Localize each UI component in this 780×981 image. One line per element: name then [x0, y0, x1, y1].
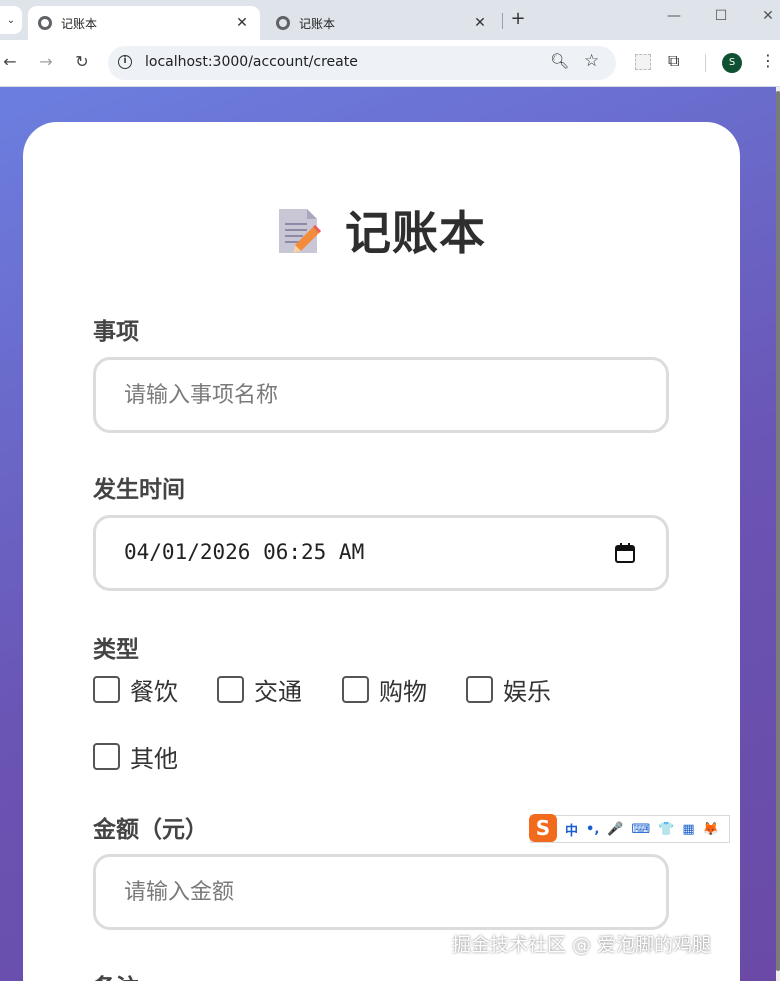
forward-icon[interactable]: →	[36, 52, 56, 71]
star-icon[interactable]: ☆	[584, 51, 599, 71]
type-label: 类型	[93, 637, 139, 663]
extension-icon[interactable]	[635, 54, 651, 70]
checkbox[interactable]	[217, 675, 244, 703]
tab-close-icon[interactable]: ✕	[234, 15, 250, 31]
calendar-icon[interactable]	[614, 542, 636, 564]
back-icon[interactable]: ←	[0, 52, 20, 71]
checkbox-label[interactable]: 其他	[130, 739, 178, 774]
item-input[interactable]	[93, 357, 669, 433]
checkbox-label[interactable]: 购物	[379, 672, 427, 707]
maximize-icon[interactable]: ☐	[711, 8, 731, 24]
tab-strip: ⌄ 记账本 ✕ 记账本 ✕ + — ☐ ✕	[0, 0, 780, 40]
reload-icon[interactable]: ↻	[72, 52, 92, 71]
checkbox[interactable]	[342, 675, 369, 703]
checkbox-label[interactable]: 娱乐	[503, 672, 551, 707]
ime-keyboard-icon[interactable]: ⌨	[631, 822, 650, 837]
tab-close-icon[interactable]: ✕	[472, 15, 488, 31]
tab-title: 记账本	[61, 16, 98, 31]
amount-label: 金额（元）	[93, 817, 208, 843]
checkbox-label[interactable]: 交通	[254, 672, 302, 707]
new-tab-button[interactable]: +	[509, 8, 527, 29]
page-title: 记账本	[345, 206, 486, 260]
form-card: 记账本 事项 发生时间 04/01/2026 06:25 AM 类型 餐饮 交通	[23, 122, 740, 981]
kebab-menu-icon[interactable]: ⋮	[760, 51, 776, 70]
window-close-icon[interactable]: ✕	[758, 8, 778, 24]
ime-toolbox-icon[interactable]: ▦	[682, 822, 694, 837]
tab-inactive[interactable]: 记账本 ✕	[266, 6, 498, 40]
memo-icon	[279, 209, 321, 253]
tab-title: 记账本	[299, 16, 336, 31]
scrollbar[interactable]	[776, 87, 780, 981]
profile-avatar[interactable]: S	[722, 53, 742, 73]
datetime-value[interactable]: 04/01/2026 06:25 AM	[124, 540, 364, 564]
time-label: 发生时间	[93, 477, 185, 503]
tab-divider	[502, 13, 503, 29]
watermark: 掘金技术社区 @ 爱泡脚的鸡腿	[452, 934, 712, 956]
ime-skin-icon[interactable]: 👕	[658, 822, 674, 837]
sogou-logo-icon[interactable]: S	[529, 814, 557, 842]
page-background: 记账本 事项 发生时间 04/01/2026 06:25 AM 类型 餐饮 交通	[0, 87, 776, 981]
globe-icon	[38, 16, 52, 30]
page-header: 记账本	[23, 200, 740, 260]
url-text[interactable]: localhost:3000/account/create	[145, 54, 358, 70]
amount-input[interactable]	[93, 854, 669, 930]
ime-toolbar[interactable]: S 中 •, 🎤 ⌨ 👕 ▦ 🦊	[529, 814, 730, 843]
address-bar[interactable]: i localhost:3000/account/create 🔍︎ ☆	[108, 46, 616, 80]
type-option-catering[interactable]: 餐饮	[93, 672, 178, 706]
puzzle-icon[interactable]: ⧉	[668, 51, 679, 71]
checkbox-label[interactable]: 餐饮	[130, 672, 178, 707]
toolbar-divider	[705, 54, 706, 72]
tab-active[interactable]: 记账本 ✕	[28, 6, 260, 40]
ime-mic-icon[interactable]: 🎤	[607, 822, 623, 837]
checkbox[interactable]	[93, 675, 120, 703]
checkbox[interactable]	[466, 675, 493, 703]
remark-label: 备注	[93, 968, 139, 981]
tab-search-icon[interactable]: ⌄	[0, 6, 22, 34]
datetime-input[interactable]: 04/01/2026 06:25 AM	[93, 515, 669, 591]
item-label: 事项	[93, 319, 139, 345]
type-option-transport[interactable]: 交通	[217, 672, 302, 706]
ime-chinese-mode[interactable]: 中	[565, 820, 578, 839]
minimize-icon[interactable]: —	[664, 8, 684, 24]
zoom-icon[interactable]: 🔍︎	[550, 52, 569, 70]
type-option-shopping[interactable]: 购物	[342, 672, 427, 706]
checkbox[interactable]	[93, 742, 120, 770]
info-icon[interactable]: i	[118, 55, 132, 69]
type-option-entertainment[interactable]: 娱乐	[466, 672, 551, 706]
ime-mascot-icon[interactable]: 🦊	[703, 822, 719, 837]
globe-icon	[276, 16, 290, 30]
ime-punctuation-icon[interactable]: •,	[586, 822, 599, 837]
browser-toolbar: ← → ↻ i localhost:3000/account/create 🔍︎…	[0, 40, 780, 87]
type-option-other[interactable]: 其他	[93, 739, 178, 773]
scrollbar-thumb[interactable]	[776, 91, 780, 971]
